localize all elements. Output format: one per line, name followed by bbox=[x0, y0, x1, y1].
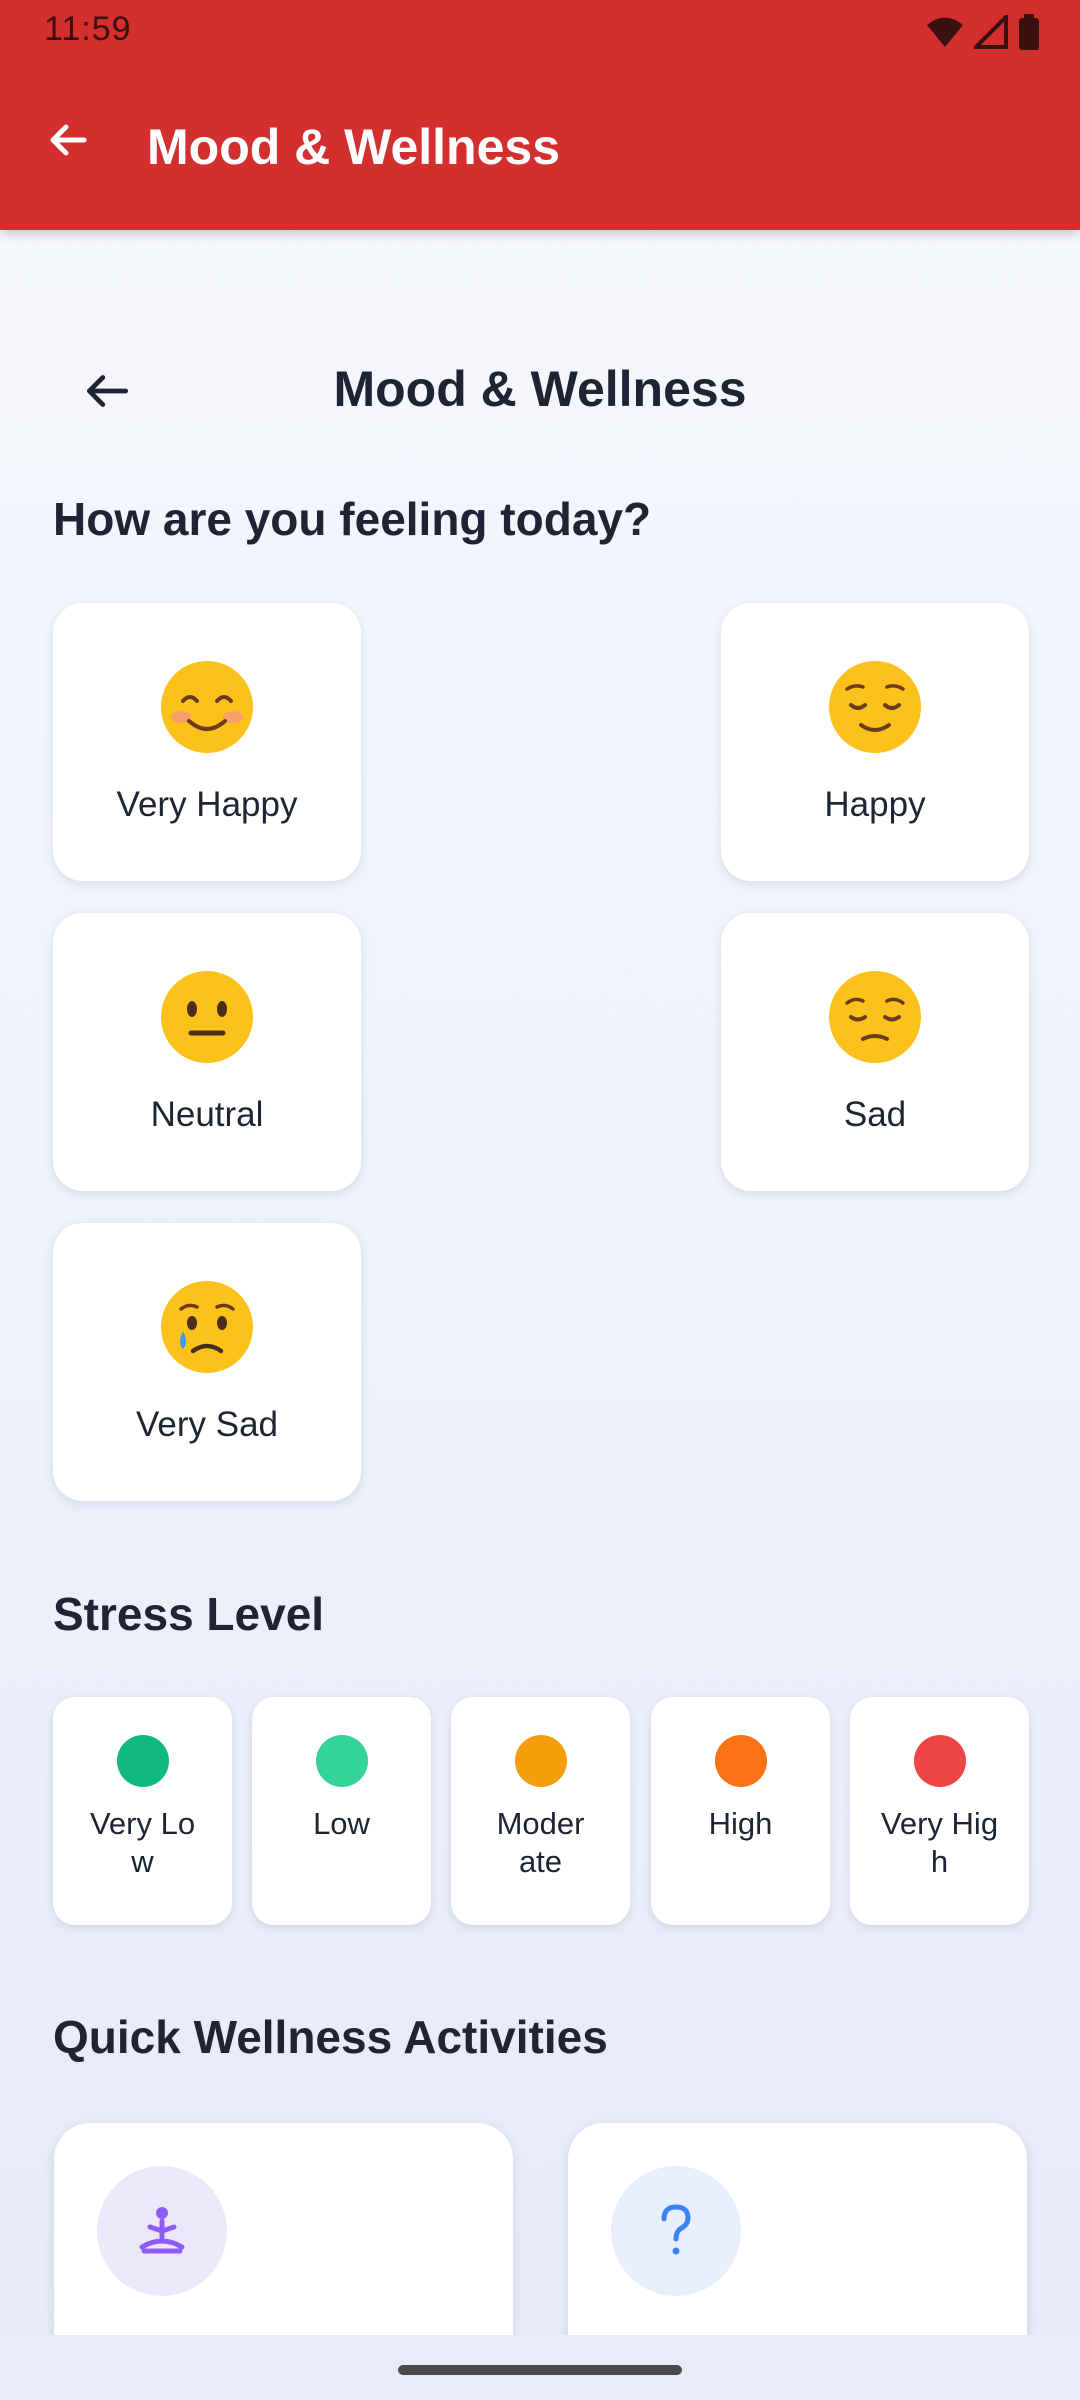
status-dot-icon bbox=[514, 1735, 567, 1787]
stress-option-moderate[interactable]: Moderate bbox=[451, 1697, 630, 1925]
neutral-face-icon bbox=[161, 971, 253, 1063]
mood-label: Neutral bbox=[150, 1095, 264, 1134]
status-icons bbox=[926, 12, 1040, 52]
gesture-handle[interactable] bbox=[398, 2365, 682, 2375]
mood-label: Happy bbox=[824, 785, 926, 824]
relieved-face-icon bbox=[829, 661, 921, 753]
stress-label: Very High bbox=[880, 1806, 999, 1879]
stress-label: High bbox=[708, 1806, 773, 1841]
status-dot-icon bbox=[315, 1735, 368, 1787]
app-bar-title: Mood & Wellness bbox=[147, 119, 561, 175]
stress-option-very-low[interactable]: Very Low bbox=[53, 1697, 232, 1925]
app-bar: 11:59 Mood & Wellness bbox=[0, 0, 1080, 230]
wifi-icon bbox=[927, 17, 963, 47]
mood-section-heading: How are you feeling today? bbox=[53, 493, 652, 545]
signal-icon bbox=[974, 15, 1008, 49]
mood-card-happy[interactable]: Happy bbox=[721, 603, 1029, 881]
mood-card-neutral[interactable]: Neutral bbox=[53, 913, 361, 1191]
mood-label: Very Sad bbox=[135, 1405, 279, 1444]
mood-card-very-sad[interactable]: Very Sad bbox=[53, 1223, 361, 1501]
stress-label: Low bbox=[313, 1806, 370, 1841]
meditation-icon bbox=[139, 2207, 185, 2254]
stress-option-low[interactable]: Low bbox=[252, 1697, 431, 1925]
crying-face-icon bbox=[161, 1281, 253, 1373]
arrow-left-icon bbox=[50, 124, 87, 156]
pensive-face-icon bbox=[829, 971, 921, 1063]
stress-label: Moderate bbox=[496, 1806, 585, 1879]
stress-section-heading: Stress Level bbox=[53, 1588, 325, 1640]
stress-option-very-high[interactable]: Very High bbox=[850, 1697, 1029, 1925]
stress-label: Very Low bbox=[89, 1806, 196, 1879]
meditation-icon-badge bbox=[97, 2166, 227, 2296]
question-mark-icon-badge bbox=[611, 2166, 741, 2296]
status-dot-icon bbox=[714, 1735, 767, 1787]
battery-icon bbox=[1019, 14, 1039, 50]
status-dot-icon bbox=[913, 1735, 966, 1787]
question-mark-icon bbox=[661, 2204, 691, 2255]
status-dot-icon bbox=[116, 1735, 169, 1787]
activities-section-heading: Quick Wellness Activities bbox=[53, 2011, 608, 2063]
mood-label: Very Happy bbox=[116, 785, 298, 824]
mood-card-very-happy[interactable]: Very Happy bbox=[53, 603, 361, 881]
smiling-face-with-smiling-eyes-icon bbox=[161, 661, 253, 753]
stress-option-high[interactable]: High bbox=[651, 1697, 830, 1925]
status-time: 11:59 bbox=[44, 10, 132, 48]
page-title: Mood & Wellness bbox=[333, 361, 747, 417]
app-bar-back-button[interactable] bbox=[38, 110, 98, 170]
mood-label: Sad bbox=[843, 1095, 907, 1134]
mood-card-sad[interactable]: Sad bbox=[721, 913, 1029, 1191]
